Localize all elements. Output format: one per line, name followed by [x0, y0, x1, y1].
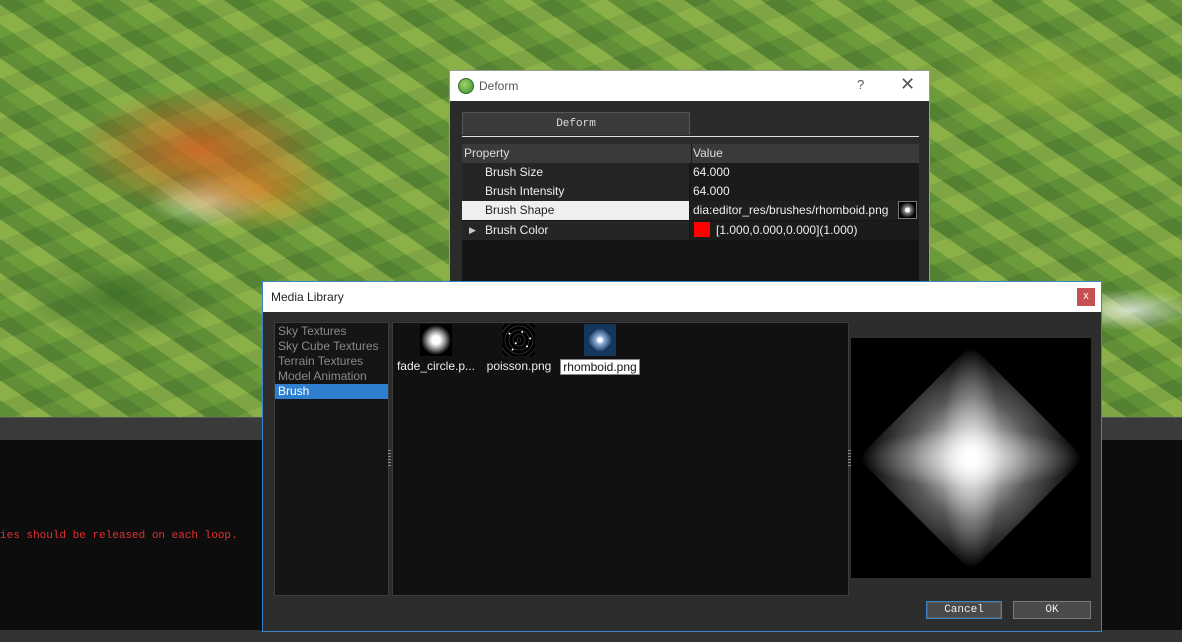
category-item[interactable]: Model Animation — [275, 369, 388, 384]
brush-preview — [851, 338, 1091, 578]
property-row-brush-shape[interactable]: Brush Shape dia:editor_res/brushes/rhomb… — [462, 201, 919, 220]
category-item[interactable]: Terrain Textures — [275, 354, 388, 369]
fade-circle-thumbnail — [420, 324, 452, 356]
tab-deform[interactable]: Deform — [462, 112, 690, 135]
media-library-title-bar: Media Library x — [263, 282, 1101, 312]
splitter-handle[interactable] — [388, 450, 391, 466]
rhomboid-thumbnail — [584, 324, 616, 356]
file-item-selected[interactable]: rhomboid.png — [557, 323, 643, 375]
property-row-brush-intensity[interactable]: Brush Intensity 64.000 — [462, 182, 919, 201]
media-library-dialog: Media Library x Sky Textures Sky Cube Te… — [262, 281, 1102, 632]
brush-shape-browse-button[interactable] — [898, 201, 917, 219]
poisson-thumbnail — [503, 324, 535, 356]
help-button[interactable]: ? — [857, 77, 864, 92]
file-name: poisson.png — [486, 359, 552, 373]
deform-tab-bar: Deform — [462, 112, 919, 137]
brush-size-value[interactable]: 64.000 — [690, 163, 919, 182]
category-item-brush[interactable]: Brush — [275, 384, 388, 399]
file-item[interactable]: fade_circle.p... — [393, 323, 479, 373]
media-library-close-button[interactable]: x — [1077, 288, 1095, 306]
deform-title-bar: Deform ? ✕ — [450, 71, 929, 101]
brush-color-label: Brush Color — [485, 223, 549, 237]
file-name: fade_circle.p... — [396, 359, 476, 373]
file-grid: fade_circle.p... poisson.png rhomboid.pn… — [392, 322, 849, 596]
expand-arrow-icon[interactable]: ▶ — [469, 221, 476, 240]
column-header-property[interactable]: Property — [462, 144, 692, 163]
file-item[interactable]: poisson.png — [476, 323, 562, 373]
cancel-button[interactable]: Cancel — [926, 601, 1002, 619]
close-button[interactable]: ✕ — [900, 74, 915, 95]
deform-dialog: Deform ? ✕ Deform Property Value Brush S… — [449, 70, 930, 286]
property-name: ▶ Brush Color — [462, 221, 689, 240]
color-swatch[interactable] — [694, 222, 710, 238]
brush-intensity-value[interactable]: 64.000 — [690, 182, 919, 201]
file-name: rhomboid.png — [560, 359, 640, 375]
category-item[interactable]: Sky Textures — [275, 324, 388, 339]
brush-shape-value[interactable]: dia:editor_res/brushes/rhomboid.png — [690, 201, 919, 220]
property-grid: Property Value Brush Size 64.000 Brush I… — [462, 144, 919, 286]
brush-color-text: [1.000,0.000,0.000](1.000) — [716, 223, 858, 237]
ok-button[interactable]: OK — [1013, 601, 1091, 619]
brush-color-value[interactable]: [1.000,0.000,0.000](1.000) — [690, 221, 919, 240]
property-row-brush-color[interactable]: ▶ Brush Color [1.000,0.000,0.000](1.000) — [462, 221, 919, 240]
category-list: Sky Textures Sky Cube Textures Terrain T… — [274, 322, 389, 596]
category-item[interactable]: Sky Cube Textures — [275, 339, 388, 354]
property-name: Brush Size — [462, 163, 689, 182]
brush-shape-path: dia:editor_res/brushes/rhomboid.png — [693, 203, 889, 217]
app-icon — [458, 78, 474, 94]
property-grid-header: Property Value — [462, 144, 919, 163]
property-row-brush-size[interactable]: Brush Size 64.000 — [462, 163, 919, 182]
property-name: Brush Shape — [462, 201, 689, 220]
console-error-line: ies should be released on each loop. — [0, 530, 238, 542]
property-name: Brush Intensity — [462, 182, 689, 201]
column-header-value[interactable]: Value — [690, 144, 922, 163]
media-library-title: Media Library — [271, 290, 344, 304]
deform-dialog-title: Deform — [479, 79, 519, 93]
